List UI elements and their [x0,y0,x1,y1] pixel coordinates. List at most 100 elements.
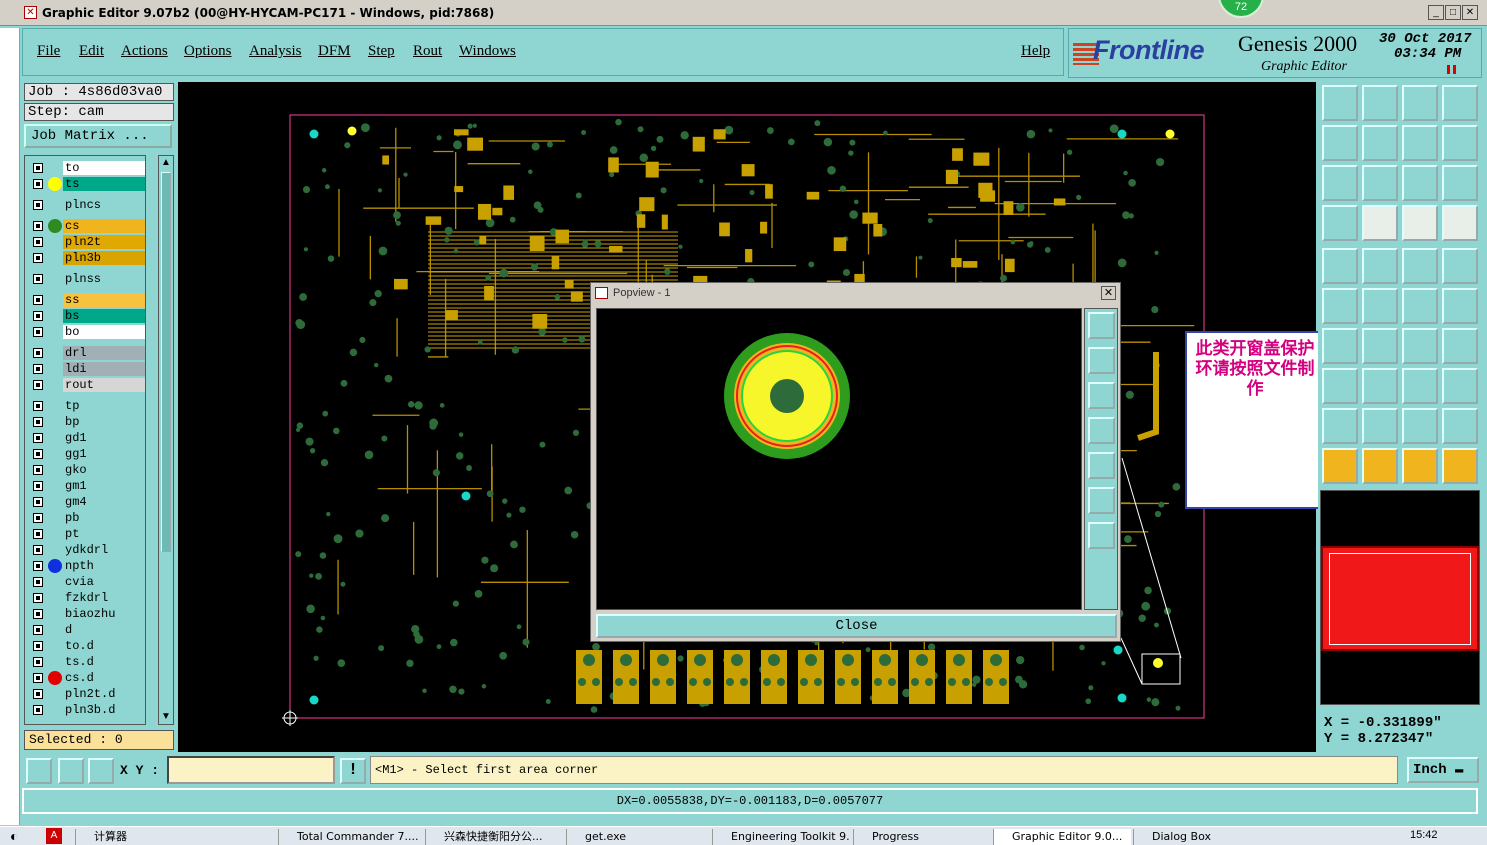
layer-checkbox[interactable] [33,417,43,427]
zoom-center-icon[interactable] [1362,165,1398,201]
layer-row[interactable]: npth [27,559,145,573]
layer-name[interactable]: pln3b.d [63,703,145,717]
layer-row[interactable]: pln3b [27,251,145,265]
layer-name[interactable]: ts [63,177,145,191]
layer-name[interactable]: plncs [63,198,145,212]
layer-name[interactable]: ts.d [63,655,145,669]
menu-edit[interactable]: Edit [79,43,104,60]
measure-mode-icon[interactable] [58,758,84,784]
menu-dfm[interactable]: DFM [318,43,351,60]
popview-pan-right-icon[interactable] [1088,452,1115,479]
select-icon[interactable] [1362,448,1398,484]
connect-icon[interactable] [1322,288,1358,324]
layer-checkbox[interactable] [33,673,43,683]
layer-checkbox[interactable] [33,348,43,358]
layer-name[interactable]: ldi [63,362,145,376]
layer-row[interactable]: pb [27,511,145,525]
pdf-icon[interactable]: A [46,828,62,844]
popview-close-button[interactable]: Close [596,614,1117,638]
layer-row[interactable]: pln2t.d [27,687,145,701]
layer-row[interactable]: bo [27,325,145,339]
redraw-icon[interactable] [1402,125,1438,161]
zoom-window-icon[interactable] [1402,85,1438,121]
taskbar-item[interactable]: 计算器 [75,829,208,845]
move-icon[interactable] [1402,288,1438,324]
overview-map[interactable] [1320,490,1480,705]
layer-row[interactable]: gd1 [27,431,145,445]
zoom-in-icon[interactable] [1322,165,1358,201]
layer-name[interactable]: plnss [63,272,145,286]
overview-viewport[interactable] [1329,553,1471,645]
layer-row[interactable]: tp [27,399,145,413]
layer-checkbox[interactable] [33,221,43,231]
layer-checkbox[interactable] [33,163,43,173]
layer-row[interactable]: gm4 [27,495,145,509]
layer-affected-indicator[interactable] [48,177,62,191]
grid-icon[interactable] [1362,205,1398,241]
layer-checkbox[interactable] [33,561,43,571]
layer-row[interactable]: cs.d [27,671,145,685]
layer-row[interactable]: bp [27,415,145,429]
layer-affected-indicator[interactable] [48,219,62,233]
layer-name[interactable]: pb [63,511,145,525]
taskbar-item[interactable]: Graphic Editor 9.0... [993,829,1131,845]
layer-name[interactable]: pln2t.d [63,687,145,701]
layer-name[interactable]: to.d [63,639,145,653]
refresh-icon[interactable] [1442,125,1478,161]
layer-row[interactable]: fzkdrl [27,591,145,605]
taskbar-item[interactable]: Engineering Toolkit 9.... [712,829,850,845]
layer-row[interactable]: to.d [27,639,145,653]
layer-row[interactable]: biaozhu [27,607,145,621]
zoom-home-icon[interactable] [1322,85,1358,121]
mirror-icon[interactable] [1442,328,1478,364]
menu-options[interactable]: Options [184,43,232,60]
layer-checkbox[interactable] [33,327,43,337]
taskbar-item[interactable]: Total Commander 7.... [278,829,421,845]
layer-row[interactable]: ydkdrl [27,543,145,557]
pan-right-icon[interactable] [1362,125,1398,161]
scroll-down-icon[interactable]: ▼ [160,711,172,723]
zoom-previous-icon[interactable] [1362,85,1398,121]
layer-checkbox[interactable] [33,481,43,491]
maximize-button[interactable]: □ [1445,5,1461,20]
layer-name[interactable]: cs.d [63,671,145,685]
pause-icon[interactable] [1447,65,1456,74]
layer-row[interactable]: pln3b.d [27,703,145,717]
group-icon[interactable] [1442,368,1478,404]
polygon-3-icon[interactable] [1402,408,1438,444]
layer-checkbox[interactable] [33,449,43,459]
exclamation-icon[interactable]: ! [340,758,366,784]
taskbar-item[interactable]: get.exe [566,829,709,845]
layer-checkbox[interactable] [33,625,43,635]
snap-feature-icon[interactable] [1442,205,1478,241]
layer-checkbox[interactable] [33,295,43,305]
layer-name[interactable]: npth [63,559,145,573]
drill-icon[interactable] [1322,368,1358,404]
scroll-up-icon[interactable]: ▲ [160,157,172,169]
layer-name[interactable]: drl [63,346,145,360]
layer-row[interactable]: plncs [27,198,145,212]
layer-checkbox[interactable] [33,380,43,390]
pointer-icon[interactable] [1322,448,1358,484]
layer-checkbox[interactable] [33,497,43,507]
layer-checkbox[interactable] [33,179,43,189]
arc-icon[interactable] [1362,328,1398,364]
layer-checkbox[interactable] [33,311,43,321]
layer-name[interactable]: pln2t [63,235,145,249]
layer-name[interactable]: to [63,161,145,175]
layer-name[interactable]: pt [63,527,145,541]
pan-left-icon[interactable] [1322,125,1358,161]
layer-name[interactable]: tp [63,399,145,413]
menu-windows[interactable]: Windows [459,43,516,60]
layer-name[interactable]: gm4 [63,495,145,509]
layer-checkbox[interactable] [33,657,43,667]
polygon-2-icon[interactable] [1362,408,1398,444]
layer-name[interactable]: bo [63,325,145,339]
layer-name[interactable]: cvia [63,575,145,589]
layer-checkbox[interactable] [33,401,43,411]
layer-name[interactable]: bs [63,309,145,323]
layer-name[interactable]: cs [63,219,145,233]
layer-checkbox[interactable] [33,274,43,284]
layer-row[interactable]: to [27,161,145,175]
menu-actions[interactable]: Actions [121,43,168,60]
